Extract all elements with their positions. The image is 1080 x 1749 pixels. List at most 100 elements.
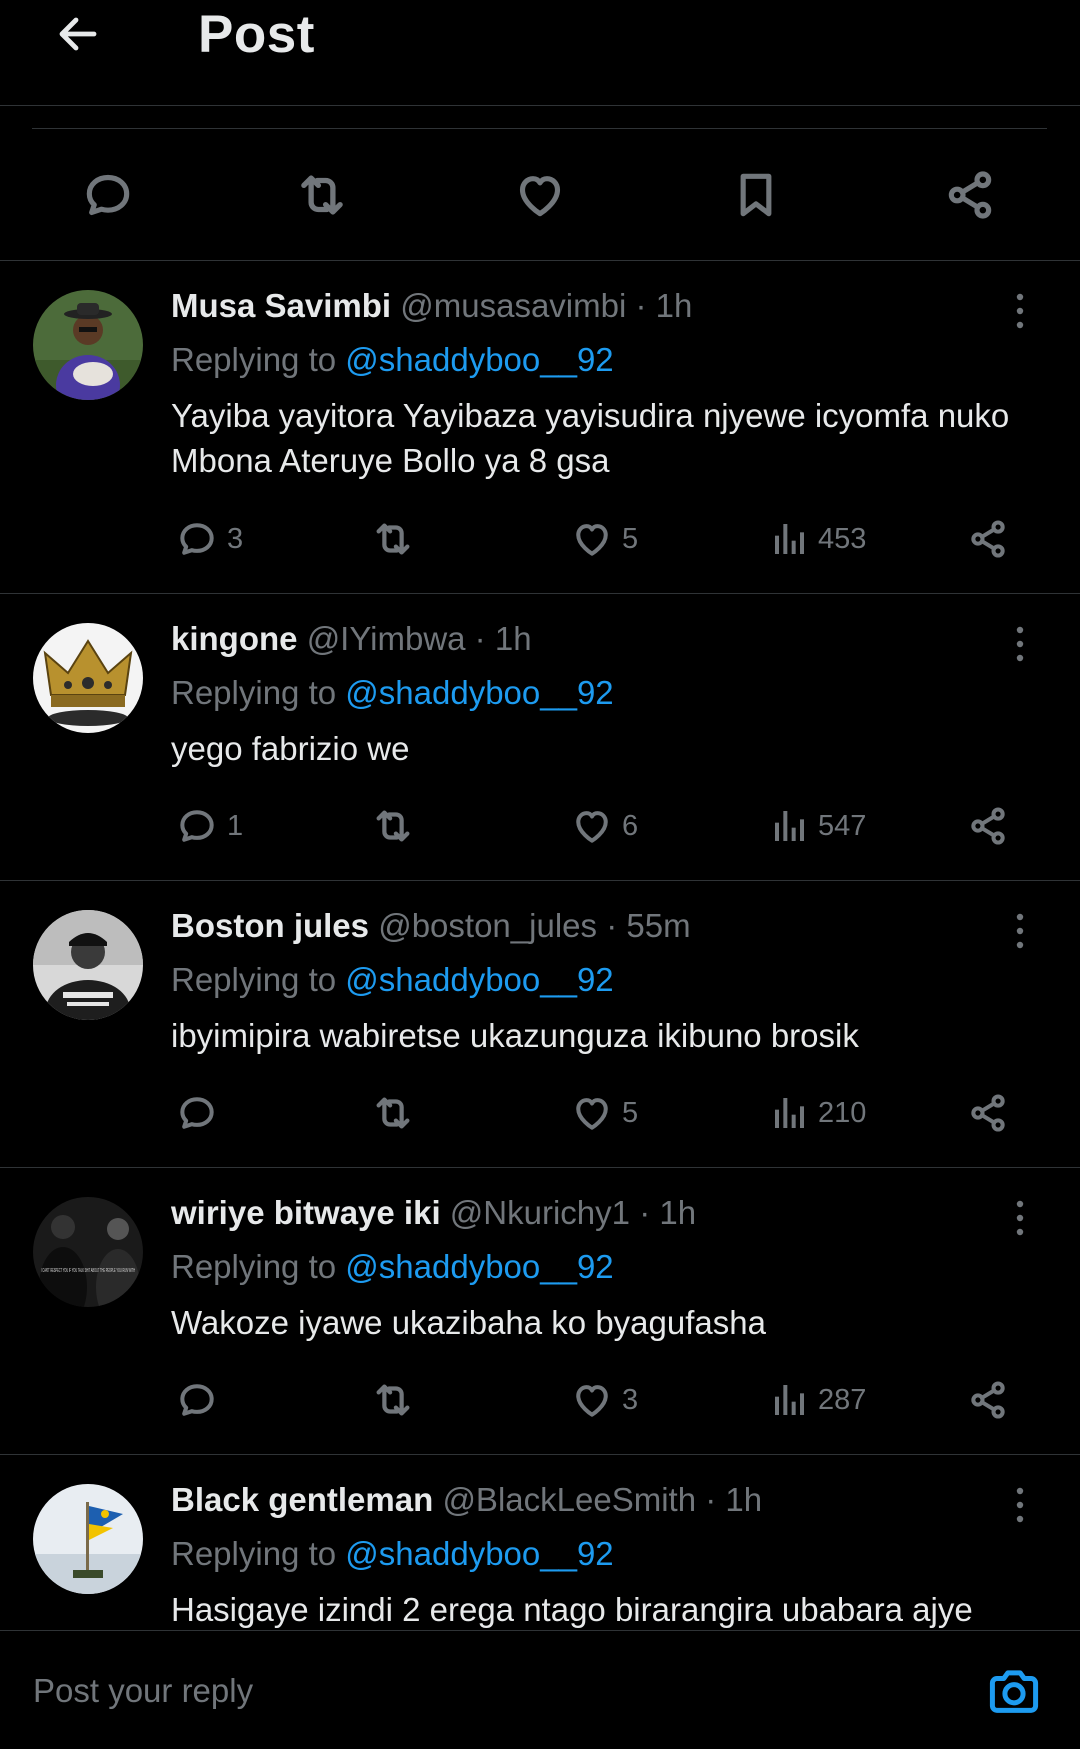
retweet-button[interactable] bbox=[370, 801, 416, 851]
reply-count: 1 bbox=[227, 809, 244, 842]
user-handle[interactable]: @boston_jules bbox=[378, 907, 597, 944]
user-handle[interactable]: @Nkurichy1 bbox=[450, 1194, 630, 1231]
share-icon bbox=[948, 171, 992, 219]
like-icon bbox=[576, 524, 608, 556]
reply-input[interactable] bbox=[33, 1661, 933, 1721]
like-count: 5 bbox=[622, 522, 639, 555]
timestamp[interactable]: 1h bbox=[656, 287, 693, 324]
back-button[interactable] bbox=[50, 6, 106, 62]
more-options-button[interactable] bbox=[1000, 1196, 1040, 1240]
separator-dot: · bbox=[639, 1194, 651, 1231]
reply-item[interactable]: kingone @IYimbwa · 1h Replying to @shadd… bbox=[0, 594, 1080, 881]
like-icon bbox=[576, 811, 608, 843]
display-name[interactable]: wiriye bitwaye iki bbox=[171, 1194, 441, 1231]
like-button[interactable]: 3 bbox=[570, 1375, 638, 1425]
share-button[interactable] bbox=[966, 1088, 1010, 1138]
reply-button[interactable]: 3 bbox=[175, 514, 243, 564]
more-options-button[interactable] bbox=[1000, 909, 1040, 953]
reply-item[interactable]: Boston jules @boston_jules · 55m Replyin… bbox=[0, 881, 1080, 1168]
more-options-button[interactable] bbox=[1000, 1483, 1040, 1527]
reply-count: 3 bbox=[227, 522, 244, 555]
views-icon bbox=[775, 811, 804, 841]
reply-text: ibyimipira wabiretse ukazunguza ikibuno … bbox=[171, 1017, 859, 1054]
views-icon bbox=[775, 1098, 804, 1128]
timestamp[interactable]: 1h bbox=[725, 1481, 762, 1518]
reply-item[interactable]: Musa Savimbi @musasavimbi · 1h Replying … bbox=[0, 261, 1080, 594]
reply-header: Boston jules @boston_jules · 55m bbox=[171, 907, 1000, 949]
replying-prefix: Replying to bbox=[171, 1535, 337, 1572]
mention-link[interactable]: @shaddyboo__92 bbox=[345, 1248, 613, 1285]
reply-actions: 1 6 547 bbox=[0, 801, 1080, 851]
retweet-icon bbox=[376, 523, 410, 555]
more-icon bbox=[1016, 626, 1024, 662]
views-button[interactable]: 287 bbox=[770, 1375, 866, 1425]
display-name[interactable]: Musa Savimbi bbox=[171, 287, 391, 324]
retweet-button[interactable] bbox=[370, 1088, 416, 1138]
separator-dot: · bbox=[705, 1481, 717, 1518]
reply-button[interactable]: 1 bbox=[175, 801, 243, 851]
view-count: 453 bbox=[818, 522, 867, 555]
timestamp[interactable]: 1h bbox=[659, 1194, 696, 1231]
views-button[interactable]: 547 bbox=[770, 801, 866, 851]
share-button[interactable] bbox=[966, 801, 1010, 851]
mention-link[interactable]: @shaddyboo__92 bbox=[345, 1535, 613, 1572]
view-count: 287 bbox=[818, 1383, 867, 1416]
avatar[interactable]: I CAN'T RESPECT YOU IF YOU TALK SHIT ABO… bbox=[33, 1197, 143, 1307]
more-icon bbox=[1016, 1200, 1024, 1236]
user-handle[interactable]: @IYimbwa bbox=[307, 620, 466, 657]
timestamp[interactable]: 55m bbox=[626, 907, 690, 944]
like-count: 3 bbox=[622, 1383, 639, 1416]
user-handle[interactable]: @musasavimbi bbox=[400, 287, 626, 324]
reply-item[interactable]: I CAN'T RESPECT YOU IF YOU TALK SHIT ABO… bbox=[0, 1168, 1080, 1455]
more-options-button[interactable] bbox=[1000, 289, 1040, 333]
replying-to-line: Replying to @shaddyboo__92 bbox=[171, 1248, 614, 1286]
views-button[interactable]: 453 bbox=[770, 514, 866, 564]
user-handle[interactable]: @BlackLeeSmith bbox=[442, 1481, 696, 1518]
like-count: 6 bbox=[622, 809, 639, 842]
avatar[interactable] bbox=[33, 1484, 143, 1594]
share-button[interactable] bbox=[966, 514, 1010, 564]
reply-composer bbox=[0, 1630, 1080, 1749]
avatar[interactable] bbox=[33, 623, 143, 733]
timestamp[interactable]: 1h bbox=[495, 620, 532, 657]
reply-text: yego fabrizio we bbox=[171, 730, 410, 767]
like-button[interactable]: 6 bbox=[570, 801, 638, 851]
reply-button[interactable] bbox=[78, 165, 138, 225]
reply-icon bbox=[180, 1384, 214, 1416]
like-button[interactable]: 5 bbox=[570, 514, 638, 564]
display-name[interactable]: Boston jules bbox=[171, 907, 369, 944]
mention-link[interactable]: @shaddyboo__92 bbox=[345, 961, 613, 998]
retweet-button[interactable] bbox=[370, 1375, 416, 1425]
views-button[interactable]: 210 bbox=[770, 1088, 866, 1138]
camera-button[interactable] bbox=[984, 1663, 1044, 1719]
bookmark-button[interactable] bbox=[726, 165, 786, 225]
more-options-button[interactable] bbox=[1000, 622, 1040, 666]
avatar-image bbox=[33, 623, 143, 733]
display-name[interactable]: Black gentleman bbox=[171, 1481, 433, 1518]
retweet-icon bbox=[301, 175, 343, 215]
reply-icon bbox=[180, 523, 214, 555]
like-button[interactable] bbox=[510, 165, 570, 225]
like-icon bbox=[576, 1385, 608, 1417]
display-name[interactable]: kingone bbox=[171, 620, 298, 657]
reply-button[interactable] bbox=[175, 1375, 219, 1425]
mention-link[interactable]: @shaddyboo__92 bbox=[345, 341, 613, 378]
avatar-image: I CAN'T RESPECT YOU IF YOU TALK SHIT ABO… bbox=[33, 1197, 143, 1307]
replying-prefix: Replying to bbox=[171, 961, 337, 998]
share-button[interactable] bbox=[940, 165, 1000, 225]
reply-item[interactable]: Black gentleman @BlackLeeSmith · 1h Repl… bbox=[0, 1455, 1080, 1630]
avatar[interactable] bbox=[33, 290, 143, 400]
share-icon bbox=[971, 807, 1005, 845]
reply-header: Black gentleman @BlackLeeSmith · 1h bbox=[171, 1481, 1000, 1523]
retweet-button[interactable] bbox=[370, 514, 416, 564]
share-button[interactable] bbox=[966, 1375, 1010, 1425]
app: Post Musa Savimbi @musasavimbi · 1h Repl… bbox=[0, 0, 1080, 1749]
avatar[interactable] bbox=[33, 910, 143, 1020]
like-button[interactable]: 5 bbox=[570, 1088, 638, 1138]
share-icon bbox=[971, 1381, 1005, 1419]
mention-link[interactable]: @shaddyboo__92 bbox=[345, 674, 613, 711]
retweet-button[interactable] bbox=[292, 165, 352, 225]
reply-button[interactable] bbox=[175, 1088, 219, 1138]
reply-actions: 3 5 453 bbox=[0, 514, 1080, 564]
avatar-image bbox=[33, 290, 143, 400]
